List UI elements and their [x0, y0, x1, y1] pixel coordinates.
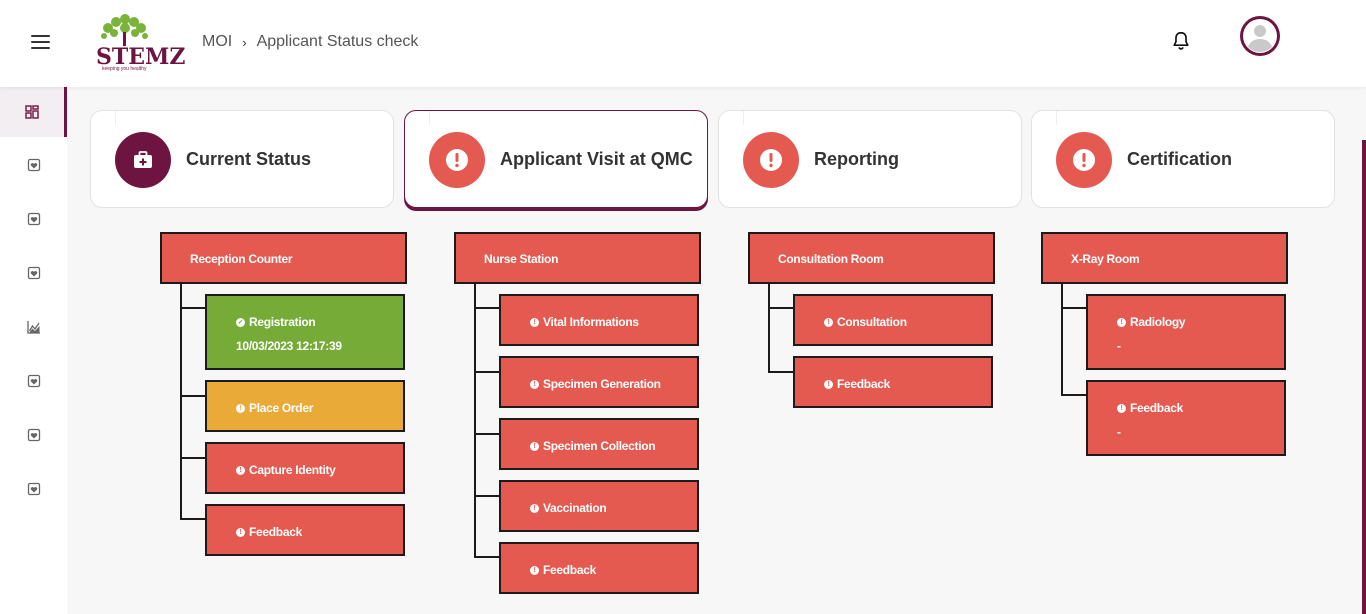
info-circle-icon: !	[1117, 317, 1126, 327]
step-capture-identity[interactable]: ! Capture Identity	[205, 442, 405, 494]
step-label: Specimen Collection	[543, 439, 656, 453]
tab-reporting[interactable]: Reporting	[718, 110, 1022, 208]
step-label: Feedback	[837, 377, 890, 391]
chart-icon	[26, 321, 40, 334]
station-title: Consultation Room	[778, 252, 884, 266]
step-label: Registration	[249, 315, 316, 329]
alert-icon	[1056, 132, 1112, 188]
check-circle-icon: ✓	[236, 317, 245, 327]
bell-icon[interactable]	[1170, 30, 1192, 52]
info-circle-icon: !	[236, 465, 245, 475]
step-label: Consultation	[837, 315, 907, 329]
station-consultation-room: Consultation Room	[748, 232, 995, 284]
alert-icon	[743, 132, 799, 188]
dashboard-icon	[25, 105, 39, 119]
info-circle-icon: !	[1117, 403, 1126, 413]
station-reception-counter: Reception Counter	[160, 232, 407, 284]
sidebar	[0, 87, 67, 614]
stemz-logo[interactable]: STEMZ keeping you healthy	[84, 14, 185, 74]
hamburger-menu-button[interactable]	[31, 35, 50, 50]
tab-label: Certification	[1127, 149, 1233, 169]
tab-label: Current Status	[186, 149, 312, 169]
shield-heart-icon	[27, 212, 40, 226]
step-radiology[interactable]: ! Radiology -	[1086, 294, 1286, 370]
breadcrumb-item-current: Applicant Status check	[256, 33, 419, 50]
sidebar-item-3[interactable]	[0, 248, 67, 298]
info-circle-icon: !	[236, 403, 245, 413]
info-circle-icon: !	[530, 503, 539, 513]
step-feedback[interactable]: ! Feedback -	[1086, 380, 1286, 456]
step-label: Feedback	[249, 525, 302, 539]
step-feedback[interactable]: ! Feedback	[205, 504, 405, 556]
tab-current-status[interactable]: Current Status	[90, 110, 394, 208]
sidebar-item-5[interactable]	[0, 356, 67, 406]
info-circle-icon: !	[530, 565, 539, 575]
step-specimen-collection[interactable]: ! Specimen Collection	[499, 418, 699, 470]
station-x-ray-room: X-Ray Room	[1041, 232, 1288, 284]
tree-connector	[1061, 283, 1063, 396]
tab-certification[interactable]: Certification	[1031, 110, 1335, 208]
info-circle-icon: !	[530, 317, 539, 327]
shield-heart-icon	[27, 266, 40, 280]
tab-applicant-visit[interactable]: Applicant Visit at QMC	[404, 110, 708, 208]
breadcrumb-item-moi[interactable]: MOI	[202, 33, 232, 51]
tab-label: Applicant Visit at QMC	[500, 149, 693, 169]
tree-connector	[768, 283, 770, 373]
user-avatar[interactable]	[1240, 16, 1280, 56]
page-scrollbar[interactable]	[1362, 140, 1366, 614]
medical-kit-icon	[115, 132, 171, 188]
sidebar-item-reports[interactable]	[0, 302, 67, 352]
step-vaccination[interactable]: ! Vaccination	[499, 480, 699, 532]
step-vital-informations[interactable]: ! Vital Informations	[499, 294, 699, 346]
sidebar-item-2[interactable]	[0, 194, 67, 244]
info-circle-icon: !	[824, 379, 833, 389]
step-label: Specimen Generation	[543, 377, 661, 391]
step-label: Feedback	[543, 563, 596, 577]
tab-label: Reporting	[814, 149, 899, 169]
step-label: Radiology	[1130, 315, 1186, 329]
info-circle-icon: !	[236, 527, 245, 537]
step-detail: -	[1117, 425, 1121, 439]
step-feedback[interactable]: ! Feedback	[499, 542, 699, 594]
sidebar-item-1[interactable]	[0, 140, 67, 190]
sidebar-item-dashboard[interactable]	[0, 87, 67, 137]
step-label: Vital Informations	[543, 315, 639, 329]
station-nurse-station: Nurse Station	[454, 232, 701, 284]
tree-connector	[180, 283, 182, 520]
tree-connector	[474, 283, 476, 558]
step-consultation[interactable]: ! Consultation	[793, 294, 993, 346]
step-place-order[interactable]: ! Place Order	[205, 380, 405, 432]
shield-heart-icon	[27, 428, 40, 442]
user-avatar-icon	[1243, 19, 1277, 53]
breadcrumb: MOI › Applicant Status check	[202, 33, 418, 51]
info-circle-icon: !	[530, 379, 539, 389]
step-specimen-generation[interactable]: ! Specimen Generation	[499, 356, 699, 408]
step-feedback[interactable]: ! Feedback	[793, 356, 993, 408]
chevron-right-icon: ›	[242, 34, 247, 50]
step-label: Capture Identity	[249, 463, 336, 477]
shield-heart-icon	[27, 482, 40, 496]
station-title: Reception Counter	[190, 252, 293, 266]
info-circle-icon: !	[824, 317, 833, 327]
logo-tagline: keeping you healthy	[102, 66, 147, 72]
alert-icon	[429, 132, 485, 188]
station-title: Nurse Station	[484, 252, 559, 266]
top-header: STEMZ keeping you healthy MOI › Applican…	[0, 0, 1366, 87]
step-label: Feedback	[1130, 401, 1183, 415]
sidebar-item-6[interactable]	[0, 410, 67, 460]
step-detail: -	[1117, 339, 1121, 353]
shield-heart-icon	[27, 158, 40, 172]
station-title: X-Ray Room	[1071, 252, 1140, 266]
step-label: Place Order	[249, 401, 314, 415]
sidebar-item-7[interactable]	[0, 464, 67, 514]
step-label: Vaccination	[543, 501, 607, 515]
step-registration[interactable]: ✓ Registration 10/03/2023 12:17:39	[205, 294, 405, 370]
step-timestamp: 10/03/2023 12:17:39	[236, 339, 342, 353]
shield-heart-icon	[27, 374, 40, 388]
info-circle-icon: !	[530, 441, 539, 451]
